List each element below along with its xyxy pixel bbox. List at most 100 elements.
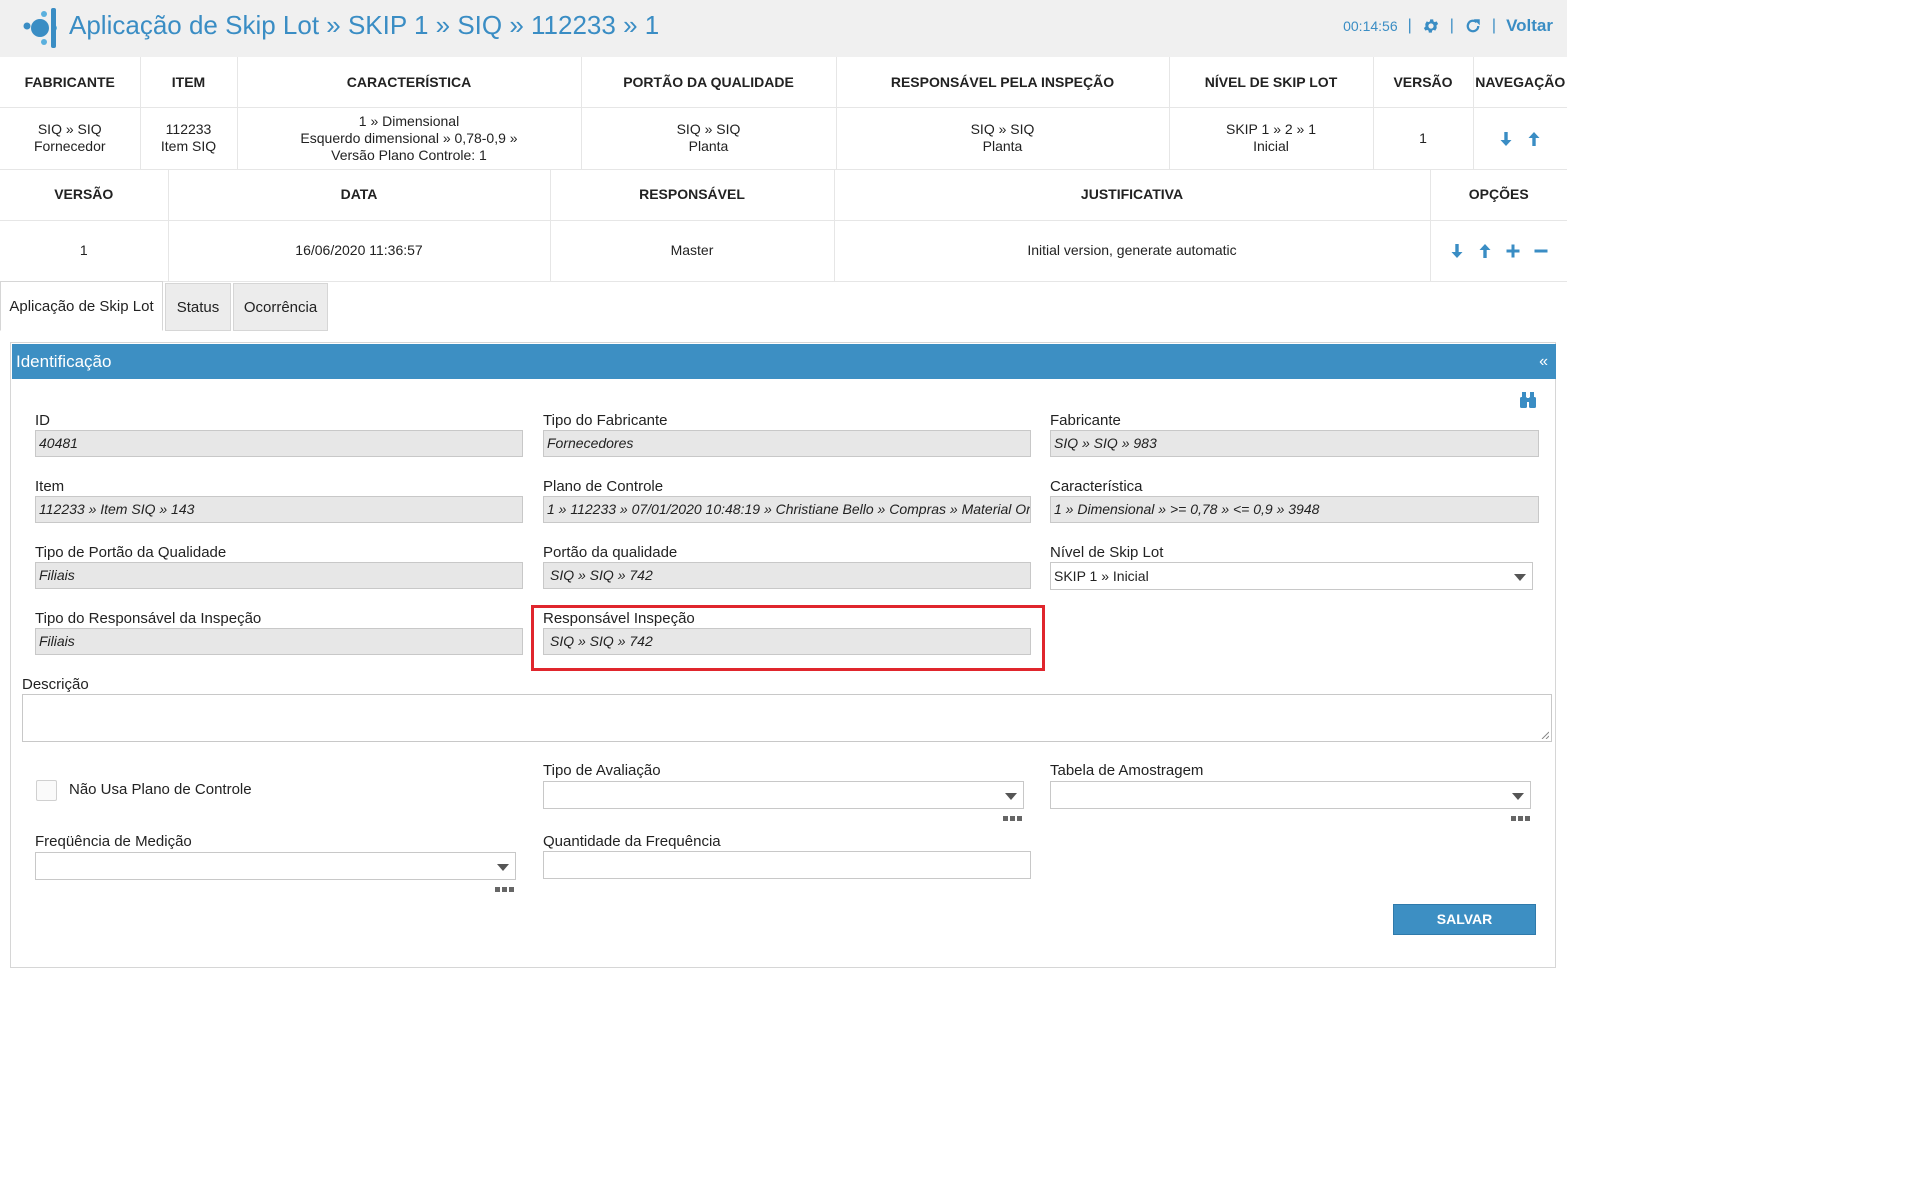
separator: | [1449, 17, 1454, 34]
nivel-skip-select[interactable]: SKIP 1 » Inicial [1050, 562, 1533, 590]
tabela-amostragem-label: Tabela de Amostragem [1050, 762, 1204, 779]
resize-handle-icon[interactable] [1541, 731, 1549, 739]
separator: | [1491, 17, 1497, 34]
responsavel-label: Responsável Inspeção [543, 610, 695, 627]
top-bar: Aplicação de Skip Lot » SKIP 1 » SIQ » 1… [0, 0, 1567, 57]
tipo-fabricante-label: Tipo do Fabricante [543, 412, 668, 429]
plus-icon[interactable] [1505, 243, 1521, 259]
col-data: DATA [168, 169, 551, 221]
col-opcoes: OPÇÕES [1430, 169, 1567, 221]
tipo-fabricante-field[interactable]: Fornecedores [543, 430, 1031, 457]
descricao-textarea[interactable] [22, 694, 1552, 742]
cell-versao: 1 [1373, 107, 1474, 170]
col-portao: PORTÃO DA QUALIDADE [581, 57, 837, 108]
portao-field[interactable]: SIQ » SIQ » 742 [543, 562, 1031, 589]
id-field[interactable]: 40481 [35, 430, 523, 457]
refresh-icon[interactable] [1464, 17, 1482, 35]
tipo-responsavel-label: Tipo do Responsável da Inspeção [35, 610, 262, 627]
tipo-avaliacao-label: Tipo de Avaliação [543, 762, 661, 779]
item-label: Item [35, 478, 65, 495]
cell-line: Versão Plano Controle: 1 [331, 146, 487, 163]
plano-controle-field[interactable]: 1 » 112233 » 07/01/2020 10:48:19 » Chris… [543, 496, 1031, 523]
arrow-up-icon[interactable] [1526, 131, 1542, 147]
cell-caracteristica: 1 » Dimensional Esquerdo dimensional » 0… [237, 107, 582, 170]
cell-navegacao [1473, 107, 1567, 170]
col-fabricante: FABRICANTE [0, 57, 141, 108]
cell-fabricante: SIQ » SIQ Fornecedor [0, 107, 141, 170]
cell-line: SKIP 1 » 2 » 1 [1225, 121, 1317, 137]
gear-icon[interactable] [1422, 17, 1440, 35]
cell-line: 1 » Dimensional [358, 112, 460, 129]
minus-icon[interactable] [1533, 243, 1549, 259]
tab-ocorrencia[interactable]: Ocorrência [233, 283, 328, 331]
cell-line: Inicial [1253, 138, 1289, 154]
cell-responsavel: Master [550, 220, 835, 282]
nivel-skip-value: SKIP 1 » Inicial [1054, 568, 1149, 584]
version-header-row: VERSÃO DATA RESPONSÁVEL JUSTIFICATIVA OP… [0, 169, 1567, 221]
cell-line: SIQ » SIQ [970, 121, 1035, 137]
cell-nivel: SKIP 1 » 2 » 1 Inicial [1169, 107, 1374, 170]
separator: | [1407, 17, 1412, 34]
binoculars-icon[interactable] [1519, 391, 1537, 409]
nao-usa-plano-checkbox[interactable] [36, 780, 57, 801]
app-logo-icon [23, 8, 57, 48]
back-link[interactable]: Voltar [1506, 16, 1553, 36]
col-versao: VERSÃO [1373, 57, 1474, 108]
cell-responsavel: SIQ » SIQ Planta [836, 107, 1170, 170]
col-versao: VERSÃO [0, 169, 169, 221]
frequencia-select[interactable] [35, 852, 516, 880]
save-button[interactable]: SALVAR [1393, 904, 1536, 935]
tab-aplicacao-skip-lot[interactable]: Aplicação de Skip Lot [0, 281, 163, 331]
col-caracteristica: CARACTERÍSTICA [237, 57, 582, 108]
responsavel-field[interactable]: SIQ » SIQ » 742 [543, 628, 1031, 655]
fabricante-label: Fabricante [1050, 412, 1121, 429]
tab-status[interactable]: Status [165, 283, 231, 331]
more-options-icon[interactable] [1511, 816, 1531, 822]
col-responsavel: RESPONSÁVEL PELA INSPEÇÃO [836, 57, 1170, 108]
chevron-down-icon [1514, 574, 1526, 581]
tipo-avaliacao-select[interactable] [543, 781, 1024, 809]
cell-data: 16/06/2020 11:36:57 [168, 220, 551, 282]
tipo-portao-label: Tipo de Portão da Qualidade [35, 544, 227, 561]
version-table: VERSÃO DATA RESPONSÁVEL JUSTIFICATIVA OP… [0, 169, 1567, 282]
collapse-icon[interactable]: « [1539, 344, 1548, 379]
summary-table: FABRICANTE ITEM CARACTERÍSTICA PORTÃO DA… [0, 57, 1567, 170]
caracteristica-label: Característica [1050, 478, 1143, 495]
cell-versao: 1 [0, 220, 169, 282]
col-responsavel: RESPONSÁVEL [550, 169, 835, 221]
app-canvas: Aplicação de Skip Lot » SKIP 1 » SIQ » 1… [0, 0, 1567, 975]
portao-label: Portão da qualidade [543, 544, 678, 561]
frequencia-label: Freqüência de Medição [35, 833, 192, 850]
tabela-amostragem-select[interactable] [1050, 781, 1531, 809]
cell-line: Planta [688, 138, 729, 154]
more-options-icon[interactable] [1003, 816, 1023, 822]
session-timer: 00:14:56 [1343, 18, 1398, 34]
quantidade-input[interactable] [543, 851, 1031, 879]
col-justificativa: JUSTIFICATIVA [834, 169, 1431, 221]
cell-line: Planta [982, 138, 1023, 154]
arrow-up-icon[interactable] [1477, 243, 1493, 259]
nao-usa-plano-label: Não Usa Plano de Controle [69, 781, 252, 798]
tipo-responsavel-field[interactable]: Filiais [35, 628, 523, 655]
quantidade-label: Quantidade da Frequência [543, 833, 721, 850]
panel-header: Identificação « [12, 344, 1556, 379]
header-actions: 00:14:56 | | | Voltar [1343, 16, 1553, 36]
fabricante-field[interactable]: SIQ » SIQ » 983 [1050, 430, 1539, 457]
summary-header-row: FABRICANTE ITEM CARACTERÍSTICA PORTÃO DA… [0, 57, 1567, 108]
cell-portao: SIQ » SIQ Planta [581, 107, 837, 170]
arrow-down-icon[interactable] [1498, 131, 1514, 147]
item-field[interactable]: 112233 » Item SIQ » 143 [35, 496, 523, 523]
cell-line: Fornecedor [33, 138, 106, 154]
chevron-down-icon [1512, 793, 1524, 800]
cell-line: Esquerdo dimensional » 0,78-0,9 » [300, 129, 518, 146]
caracteristica-field[interactable]: 1 » Dimensional » >= 0,78 » <= 0,9 » 394… [1050, 496, 1539, 523]
col-navegacao: NAVEGAÇÃO [1473, 57, 1567, 108]
page-title: Aplicação de Skip Lot » SKIP 1 » SIQ » 1… [69, 10, 660, 40]
tipo-portao-field[interactable]: Filiais [35, 562, 523, 589]
cell-line: SIQ » SIQ [37, 121, 102, 137]
more-options-icon[interactable] [495, 887, 515, 893]
arrow-down-icon[interactable] [1449, 243, 1465, 259]
cell-item: 112233 Item SIQ [140, 107, 238, 170]
plano-controle-label: Plano de Controle [543, 478, 664, 495]
cell-justificativa: Initial version, generate automatic [834, 220, 1431, 282]
